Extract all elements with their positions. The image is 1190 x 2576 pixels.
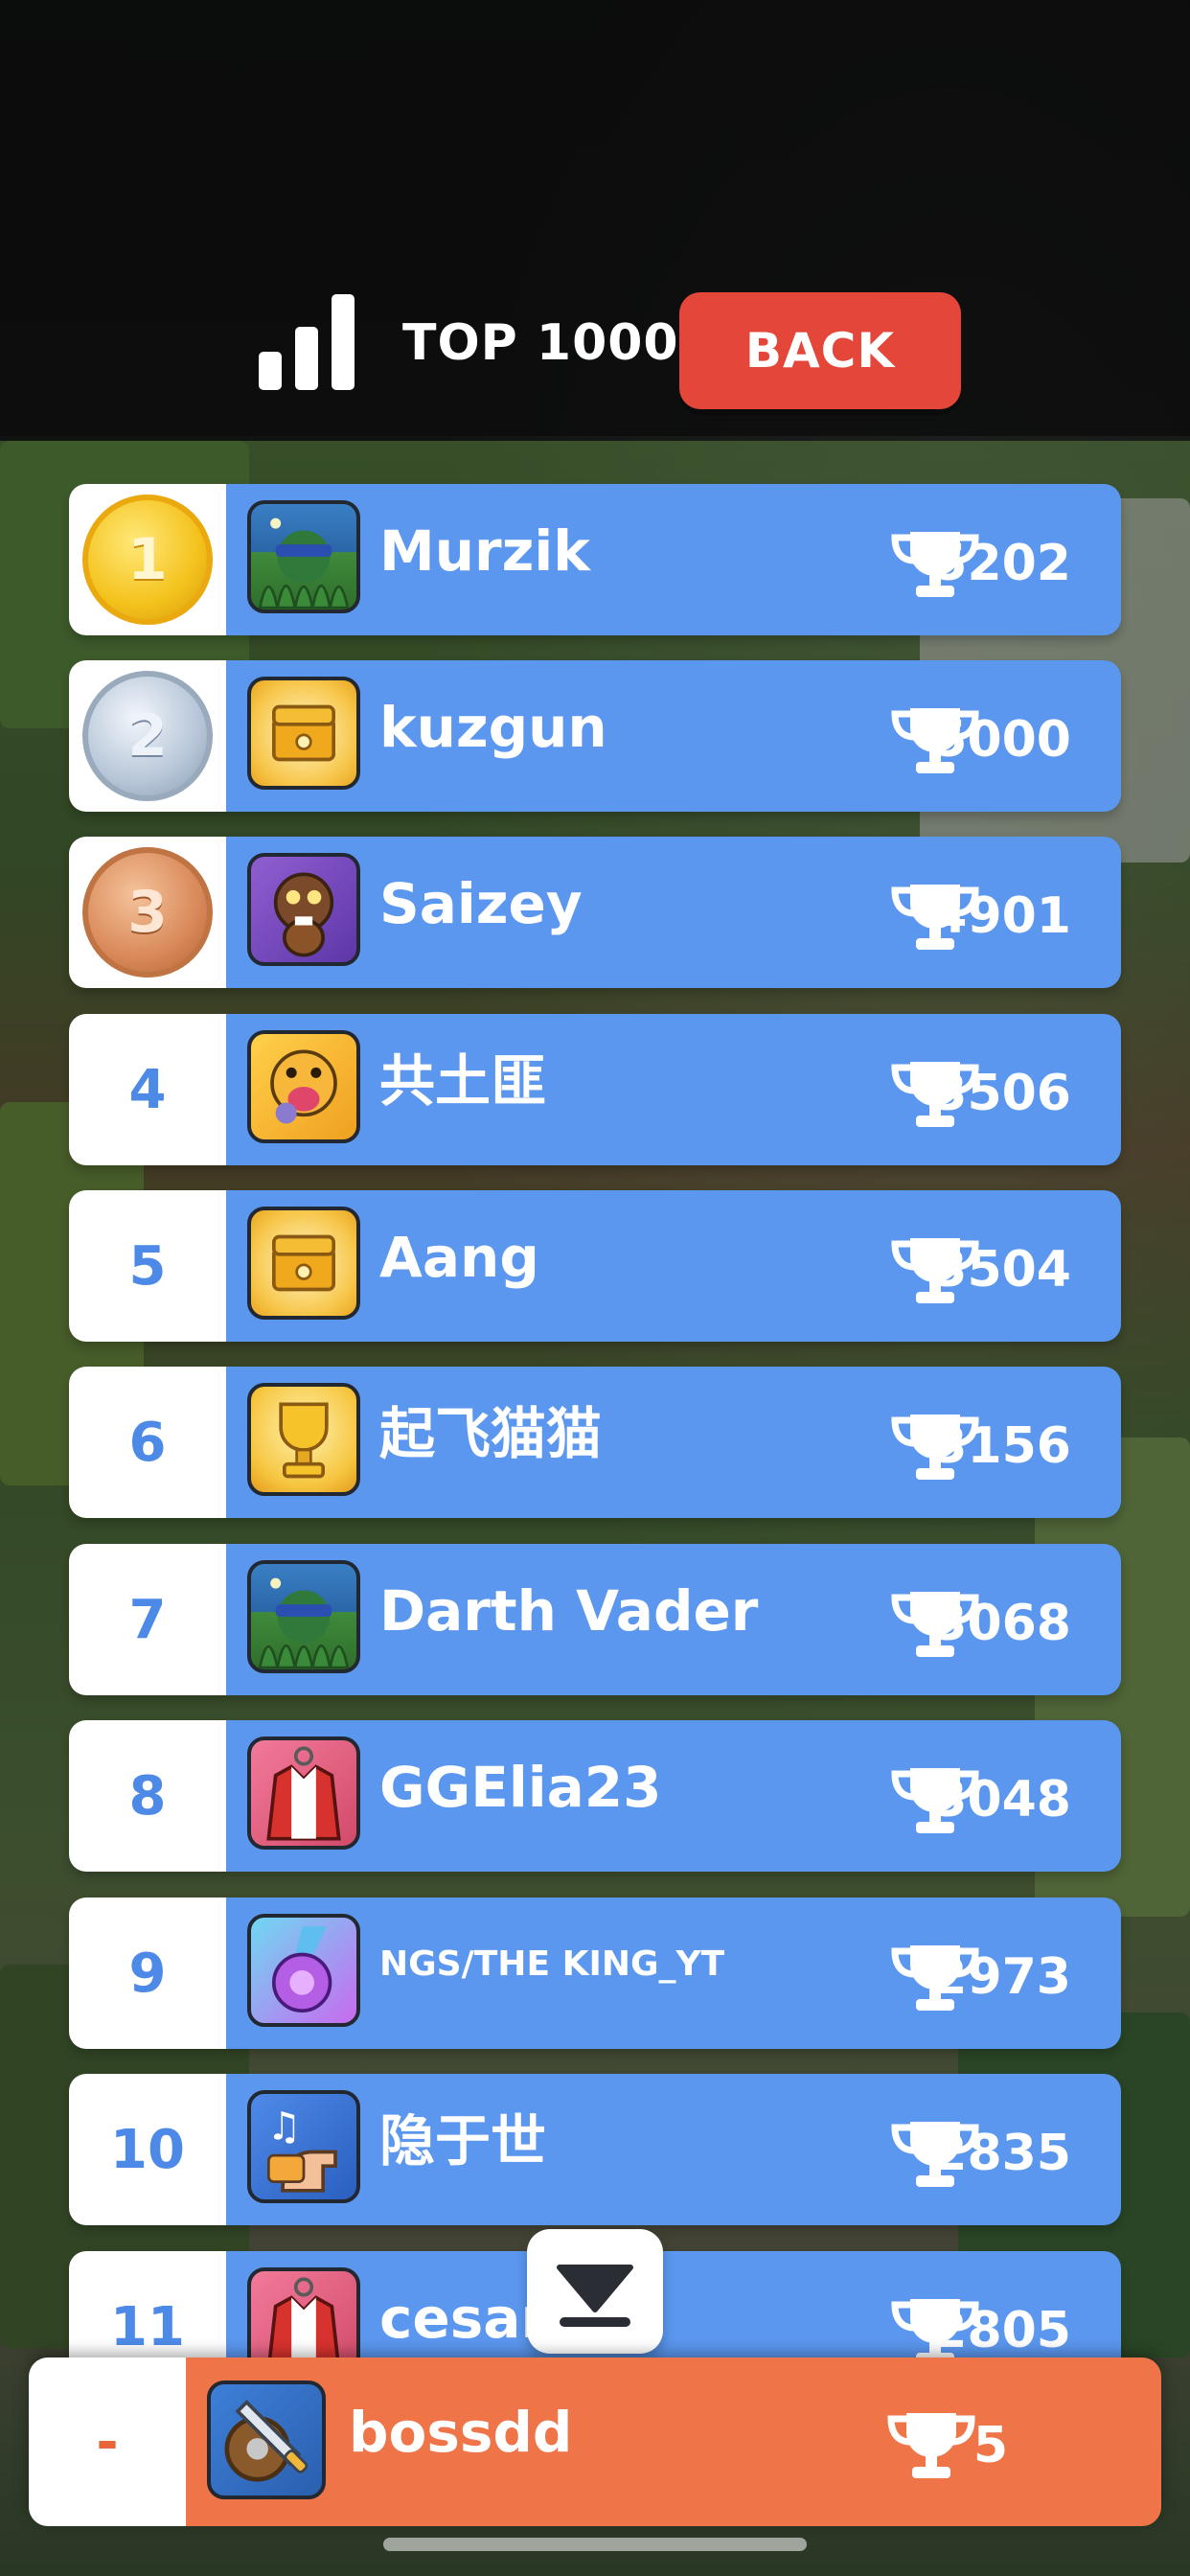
row-body: Aang 3504 <box>226 1190 1121 1342</box>
player-name: Aang <box>379 1225 539 1290</box>
self-rank-cell: - <box>29 2358 186 2526</box>
top-1000-label: TOP 1000 <box>402 314 679 372</box>
trophy-icon <box>887 2413 975 2478</box>
trophy-score: 3506 <box>932 1065 1071 1122</box>
trophy-score: 5000 <box>932 711 1071 769</box>
trophy-score: 2973 <box>932 1948 1071 2006</box>
home-indicator[interactable] <box>383 2538 807 2551</box>
rank-number: 8 <box>128 1764 167 1828</box>
sword-shield-avatar <box>207 2380 326 2499</box>
rank-cell: 8 <box>69 1720 226 1872</box>
treasure-chest-avatar <box>247 1207 360 1320</box>
player-name: kuzgun <box>379 695 607 760</box>
red-jacket-avatar <box>247 1736 360 1850</box>
gold-trophy-avatar <box>247 1383 360 1496</box>
svg-text:♫: ♫ <box>267 2104 302 2150</box>
trophy-score: 2835 <box>932 2125 1071 2182</box>
rank-number: 11 <box>110 2295 185 2358</box>
bronze-medal-icon: 3 <box>82 847 213 978</box>
header-bar: TOP 1000 BACK <box>0 0 1190 436</box>
row-body: kuzgun 5000 <box>226 660 1121 812</box>
player-name: NGS/THE KING_YT <box>379 1944 725 1984</box>
rank-cell: 1 <box>69 484 226 635</box>
leaderboard-row[interactable]: 6 起飞猫猫 3156 <box>69 1367 1121 1518</box>
rank-cell: 3 <box>69 837 226 988</box>
bush-headband-avatar <box>247 500 360 613</box>
self-player-name: bossdd <box>349 2400 573 2465</box>
player-name: Saizey <box>379 871 583 936</box>
gold-medal-icon: 1 <box>82 494 213 625</box>
self-row-body: bossdd 5 <box>186 2358 1161 2526</box>
rank-cell: 7 <box>69 1544 226 1695</box>
player-name: GGElia23 <box>379 1755 662 1820</box>
treasure-chest-avatar <box>247 677 360 790</box>
music-hand-avatar: ♫ <box>247 2090 360 2203</box>
purple-medal-avatar <box>247 1914 360 2027</box>
leaderboard-row[interactable]: 7 Darth Vader 3068 <box>69 1544 1121 1695</box>
leaderboard-row[interactable]: 1 Murzik 5202 <box>69 484 1121 635</box>
leaderboard-row[interactable]: 8 GGElia23 3048 <box>69 1720 1121 1872</box>
rank-cell: 4 <box>69 1014 226 1165</box>
row-body: NGS/THE KING_YT 2973 <box>226 1898 1121 2049</box>
row-body: 共土匪 3506 <box>226 1014 1121 1165</box>
trophy-score: 3156 <box>932 1417 1071 1475</box>
rank-cell: 6 <box>69 1367 226 1518</box>
player-name: 隐于世 <box>379 2108 547 2174</box>
player-name: 起飞猫猫 <box>379 1401 603 1466</box>
trophy-score: 3048 <box>932 1771 1071 1828</box>
silver-medal-icon: 2 <box>82 671 213 801</box>
row-body: Saizey 4901 <box>226 837 1121 988</box>
leaderboard-row[interactable]: 5 Aang 3504 <box>69 1190 1121 1342</box>
player-name: Darth Vader <box>379 1578 759 1644</box>
trophy-score: 4901 <box>932 887 1071 945</box>
row-body: 起飞猫猫 3156 <box>226 1367 1121 1518</box>
self-score: 5 <box>973 2417 1008 2474</box>
scroll-to-self-button[interactable] <box>527 2229 663 2354</box>
rank-cell: 10 <box>69 2074 226 2225</box>
rank-number: 6 <box>128 1411 167 1474</box>
row-body: GGElia23 3048 <box>226 1720 1121 1872</box>
rank-cell: 2 <box>69 660 226 812</box>
player-name: 共土匪 <box>379 1048 547 1114</box>
player-name: Murzik <box>379 518 590 584</box>
rank-number: 5 <box>128 1234 167 1298</box>
trophy-score: 5202 <box>932 535 1071 592</box>
rank-number: 4 <box>128 1058 167 1121</box>
self-rank-row: - bossdd 5 <box>29 2358 1161 2526</box>
trophy-score: 3068 <box>932 1595 1071 1652</box>
bar-chart-icon <box>259 294 355 390</box>
rank-number: 10 <box>110 2118 185 2181</box>
row-body: Murzik 5202 <box>226 484 1121 635</box>
leaderboard-row[interactable]: 4 共土匪 3506 <box>69 1014 1121 1165</box>
beaver-acorn-avatar <box>247 853 360 966</box>
scroll-to-bottom-icon <box>557 2265 633 2327</box>
rank-number: 7 <box>128 1588 167 1651</box>
trophy-score: 3504 <box>932 1241 1071 1299</box>
leaderboard-row[interactable]: 9 NGS/THE KING_YT 2973 <box>69 1898 1121 2049</box>
rank-cell: 9 <box>69 1898 226 2049</box>
yellow-dog-avatar <box>247 1030 360 1143</box>
rank-cell: 5 <box>69 1190 226 1342</box>
leaderboard-row[interactable]: 3 Saizey 4901 <box>69 837 1121 988</box>
leaderboard-row[interactable]: 2 kuzgun 5000 <box>69 660 1121 812</box>
rank-number: 9 <box>128 1942 167 2005</box>
bush-headband-avatar <box>247 1560 360 1673</box>
self-rank: - <box>96 2410 119 2473</box>
back-button[interactable]: BACK <box>679 292 961 409</box>
row-body: ♫ 隐于世 2835 <box>226 2074 1121 2225</box>
row-body: Darth Vader 3068 <box>226 1544 1121 1695</box>
leaderboard-row[interactable]: 10 ♫ 隐于世 2835 <box>69 2074 1121 2225</box>
